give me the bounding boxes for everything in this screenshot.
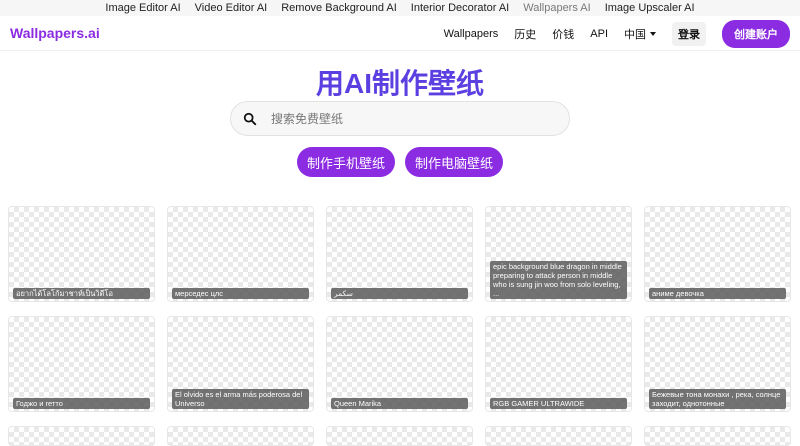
product-link-image-editor[interactable]: Image Editor AI xyxy=(105,2,180,14)
wallpaper-caption: Годжо и гетто xyxy=(13,398,150,409)
wallpaper-caption: RGB GAMER ULTRAWIDE xyxy=(490,398,627,409)
wallpaper-grid: อยากได้โลโก้มาชาห์เป็นวิดีโอ мерседес цл… xyxy=(8,206,792,446)
wallpaper-card[interactable]: Годжо и гетто xyxy=(8,316,155,412)
nav-link-pricing[interactable]: 价钱 xyxy=(552,26,574,42)
search-box xyxy=(230,101,570,136)
nav-link-api[interactable]: API xyxy=(590,28,608,40)
wallpaper-card[interactable]: Бежевые тона монахи , река, солнце заход… xyxy=(644,316,791,412)
wallpaper-card[interactable]: RGB GAMER ULTRAWIDE xyxy=(485,316,632,412)
signup-button[interactable]: 创建账户 xyxy=(722,20,790,48)
chevron-down-icon xyxy=(650,32,656,36)
product-link-video-editor[interactable]: Video Editor AI xyxy=(195,2,268,14)
wallpaper-card-partial[interactable] xyxy=(644,426,791,446)
product-link-wallpapers[interactable]: Wallpapers AI xyxy=(523,2,590,14)
product-link-remove-background[interactable]: Remove Background AI xyxy=(281,2,397,14)
wallpaper-card-partial[interactable] xyxy=(326,426,473,446)
wallpaper-card[interactable]: Queen Marika xyxy=(326,316,473,412)
product-switcher-bar: Image Editor AI Video Editor AI Remove B… xyxy=(0,0,800,16)
search-input[interactable] xyxy=(271,111,551,126)
make-phone-wallpaper-button[interactable]: 制作手机壁纸 xyxy=(297,147,395,177)
nav-link-wallpapers[interactable]: Wallpapers xyxy=(444,28,499,40)
nav-links: Wallpapers 历史 价钱 API 中国 登录 创建账户 xyxy=(444,20,790,48)
brand-logo[interactable]: Wallpapers.ai xyxy=(10,25,100,41)
product-link-interior-decorator[interactable]: Interior Decorator AI xyxy=(411,2,509,14)
search-icon xyxy=(243,112,257,126)
wallpaper-caption: Queen Marika xyxy=(331,398,468,409)
region-selector[interactable]: 中国 xyxy=(624,26,656,42)
page-title: 用AI制作壁纸 xyxy=(315,68,484,99)
wallpaper-card[interactable]: El olvido es el arma más poderosa del Un… xyxy=(167,316,314,412)
wallpaper-caption: мерседес цлс xyxy=(172,288,309,299)
wallpaper-caption: El olvido es el arma más poderosa del Un… xyxy=(172,389,309,409)
main-navbar: Wallpapers.ai Wallpapers 历史 价钱 API 中国 登录… xyxy=(0,17,800,51)
wallpaper-card[interactable]: อยากได้โลโก้มาชาห์เป็นวิดีโอ xyxy=(8,206,155,302)
nav-link-history[interactable]: 历史 xyxy=(514,26,536,42)
wallpaper-caption: Бежевые тона монахи , река, солнце заход… xyxy=(649,389,786,409)
make-pc-wallpaper-button[interactable]: 制作电脑壁纸 xyxy=(405,147,503,177)
product-link-image-upscaler[interactable]: Image Upscaler AI xyxy=(605,2,695,14)
wallpaper-caption: อยากได้โลโก้มาชาห์เป็นวิดีโอ xyxy=(13,288,150,299)
wallpaper-card-partial[interactable] xyxy=(167,426,314,446)
region-label: 中国 xyxy=(624,29,646,41)
wallpaper-card[interactable]: epic background blue dragon in middle pr… xyxy=(485,206,632,302)
wallpaper-card-partial[interactable] xyxy=(485,426,632,446)
login-button[interactable]: 登录 xyxy=(672,22,706,46)
wallpaper-card-partial[interactable] xyxy=(8,426,155,446)
wallpaper-card[interactable]: аниме девочка xyxy=(644,206,791,302)
wallpaper-caption: аниме девочка xyxy=(649,288,786,299)
wallpaper-caption: سكمر xyxy=(331,288,468,299)
wallpaper-caption: epic background blue dragon in middle pr… xyxy=(490,261,627,299)
wallpaper-card[interactable]: سكمر xyxy=(326,206,473,302)
wallpaper-card[interactable]: мерседес цлс xyxy=(167,206,314,302)
